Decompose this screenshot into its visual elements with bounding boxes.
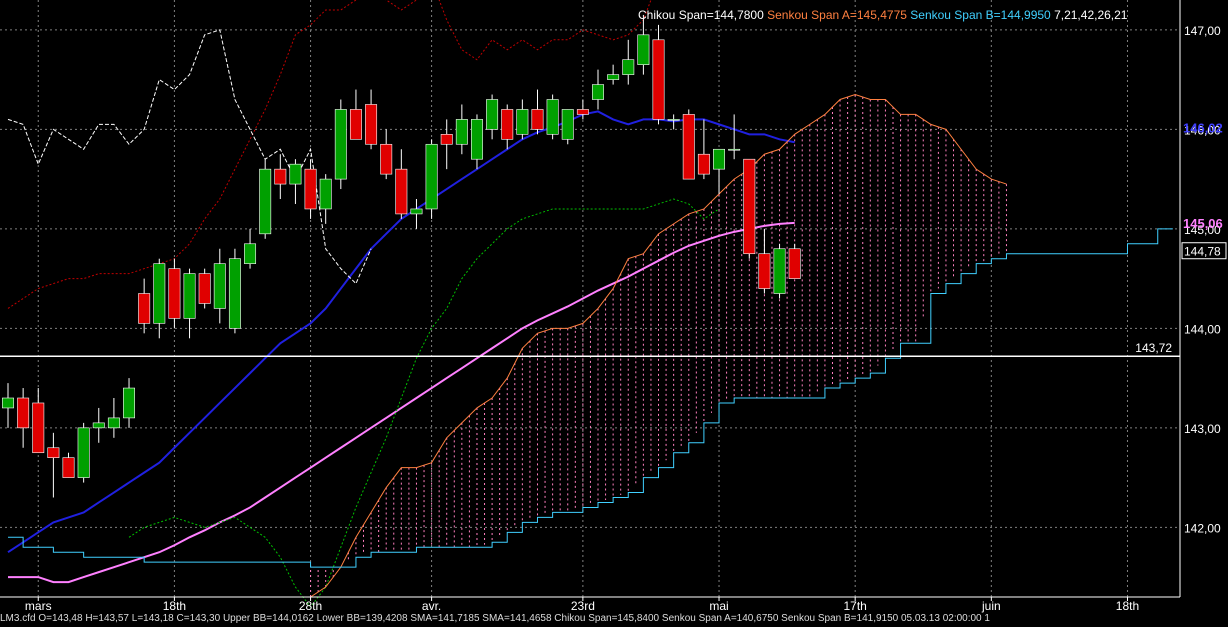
- candle-body: [228, 258, 241, 329]
- candle-body: [501, 109, 514, 140]
- candle-body: [395, 168, 408, 215]
- candle-body: [17, 397, 30, 429]
- legend-senkou-a: Senkou Span A=145,4775: [767, 8, 907, 22]
- candle-body: [62, 457, 75, 478]
- candle-body: [682, 114, 695, 180]
- legend: Chikou Span=144,7800 Senkou Span A=145,4…: [638, 8, 1127, 22]
- x-tick-label: juin: [981, 599, 1001, 613]
- status-text: LM3.cfd O=143,48 H=143,57 L=143,18 C=143…: [0, 613, 990, 624]
- candle-body: [713, 148, 725, 170]
- y-tick-label: 142,00: [1184, 521, 1221, 535]
- candle-body: [153, 263, 166, 324]
- candle-body: [743, 158, 756, 255]
- candle-body: [697, 153, 710, 175]
- candle-body: [2, 397, 14, 409]
- candle-body: [546, 99, 559, 135]
- candle-body: [304, 168, 317, 210]
- candle-body: [561, 109, 574, 140]
- legend-chikou: Chikou Span=144,7800: [638, 8, 764, 22]
- legend-params: 7,21,42,26,21: [1054, 8, 1128, 22]
- candle-body: [592, 84, 604, 100]
- candle-body: [380, 143, 393, 175]
- candle-body: [319, 178, 332, 210]
- candle-body: [576, 109, 589, 115]
- candle-body: [365, 104, 378, 145]
- candle-body: [728, 148, 741, 151]
- y-tick-label: 147,00: [1184, 24, 1221, 38]
- legend-senkou-b: Senkou Span B=144,9950: [910, 8, 1051, 22]
- y-tick-label: 143,00: [1184, 422, 1221, 436]
- x-tick-label: mai: [709, 599, 728, 613]
- candle-body: [259, 168, 272, 235]
- candle-body: [92, 422, 105, 429]
- candle-body: [77, 427, 90, 478]
- x-tick-label: mars: [25, 599, 52, 613]
- candle-body: [410, 208, 423, 215]
- candle-body: [622, 59, 635, 75]
- candle-body: [244, 243, 257, 264]
- candle-body: [440, 134, 453, 145]
- candle-body: [455, 119, 468, 145]
- candle-body: [758, 253, 771, 289]
- candle-body: [607, 74, 620, 80]
- y-tick-label: 144,00: [1184, 322, 1221, 336]
- status-bar: LM3.cfd O=143,48 H=143,57 L=143,18 C=143…: [0, 613, 1228, 627]
- candle-body: [516, 109, 529, 135]
- candle-body: [138, 293, 151, 324]
- candle-body: [213, 263, 226, 309]
- level-line-label: 143,72: [1135, 341, 1172, 355]
- candle-body: [107, 417, 120, 429]
- candle-body: [47, 447, 60, 458]
- candle-body: [773, 248, 786, 294]
- price-tag-label: 146,02: [1183, 120, 1223, 135]
- candle-body: [289, 163, 302, 185]
- candle-body: [788, 248, 801, 279]
- candle-body: [652, 39, 665, 120]
- x-tick-label: 18th: [163, 599, 186, 613]
- ichimoku-chart[interactable]: 143,72 147,00146,00145,00144,00143,00142…: [0, 0, 1228, 613]
- price-tag-label: 145,06: [1183, 216, 1223, 231]
- candle-body: [32, 402, 45, 454]
- candle-body: [486, 99, 499, 130]
- candle-body: [667, 119, 680, 121]
- price-tag-label: 144,78: [1184, 245, 1221, 259]
- candle-body: [349, 109, 362, 140]
- candle-body: [471, 119, 483, 160]
- candle-body: [637, 34, 650, 65]
- candle-body: [123, 387, 135, 419]
- candle-body: [425, 143, 438, 210]
- candle-body: [274, 168, 287, 185]
- candle-body: [198, 273, 211, 304]
- x-tick-label: 28th: [299, 599, 322, 613]
- candle-body: [168, 268, 181, 319]
- candle-body: [183, 273, 196, 319]
- x-tick-label: 23rd: [571, 599, 595, 613]
- candle-body: [334, 109, 347, 180]
- candle-body: [531, 109, 544, 130]
- x-tick-label: 17th: [843, 599, 866, 613]
- x-tick-label: 18th: [1116, 599, 1139, 613]
- x-tick-label: avr.: [422, 599, 441, 613]
